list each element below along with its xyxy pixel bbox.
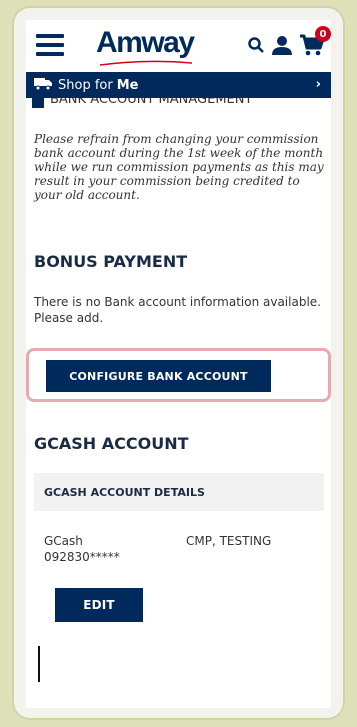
account-icon[interactable] xyxy=(271,34,293,56)
search-icon[interactable] xyxy=(247,36,265,54)
chevron-right-icon[interactable]: › xyxy=(316,77,321,92)
text-cursor xyxy=(38,646,40,682)
cart-icon[interactable]: 0 xyxy=(299,26,331,56)
gcash-account-title: GCASH ACCOUNT xyxy=(34,434,189,453)
gcash-provider: GCash xyxy=(44,534,83,548)
shop-for-target: Me xyxy=(116,77,139,93)
cart-count-badge: 0 xyxy=(315,26,331,42)
no-bank-message: There is no Bank account information ava… xyxy=(34,295,321,325)
truck-icon xyxy=(34,77,52,94)
commission-notice: Please refrain from changing your commis… xyxy=(34,132,324,202)
brand-logo[interactable]: Amway xyxy=(96,26,195,60)
menu-icon[interactable] xyxy=(36,34,64,56)
gcash-holder: CMP, TESTING xyxy=(186,534,272,548)
top-header: Amway 0 xyxy=(26,20,331,72)
gcash-number: 092830***** xyxy=(44,550,120,564)
device-frame: Amway 0 Shop for Me › BANK ACCOUNT MANAG… xyxy=(12,6,345,720)
logo-swoosh xyxy=(99,60,193,66)
configure-bank-account-button[interactable]: CONFIGURE BANK ACCOUNT xyxy=(46,360,271,392)
shop-for-label: Shop for xyxy=(58,77,113,93)
bank-management-title: BANK ACCOUNT MANAGEMENT xyxy=(32,98,312,108)
bonus-payment-title: BONUS PAYMENT xyxy=(34,252,188,271)
edit-gcash-button[interactable]: EDIT xyxy=(55,588,143,622)
header-actions: 0 xyxy=(247,26,331,56)
gcash-details-header: GCASH ACCOUNT DETAILS xyxy=(34,473,324,511)
app-screen: Amway 0 Shop for Me › BANK ACCOUNT MANAG… xyxy=(26,20,331,708)
bank-icon xyxy=(32,98,44,108)
shop-for-bar[interactable]: Shop for Me › xyxy=(26,72,331,98)
